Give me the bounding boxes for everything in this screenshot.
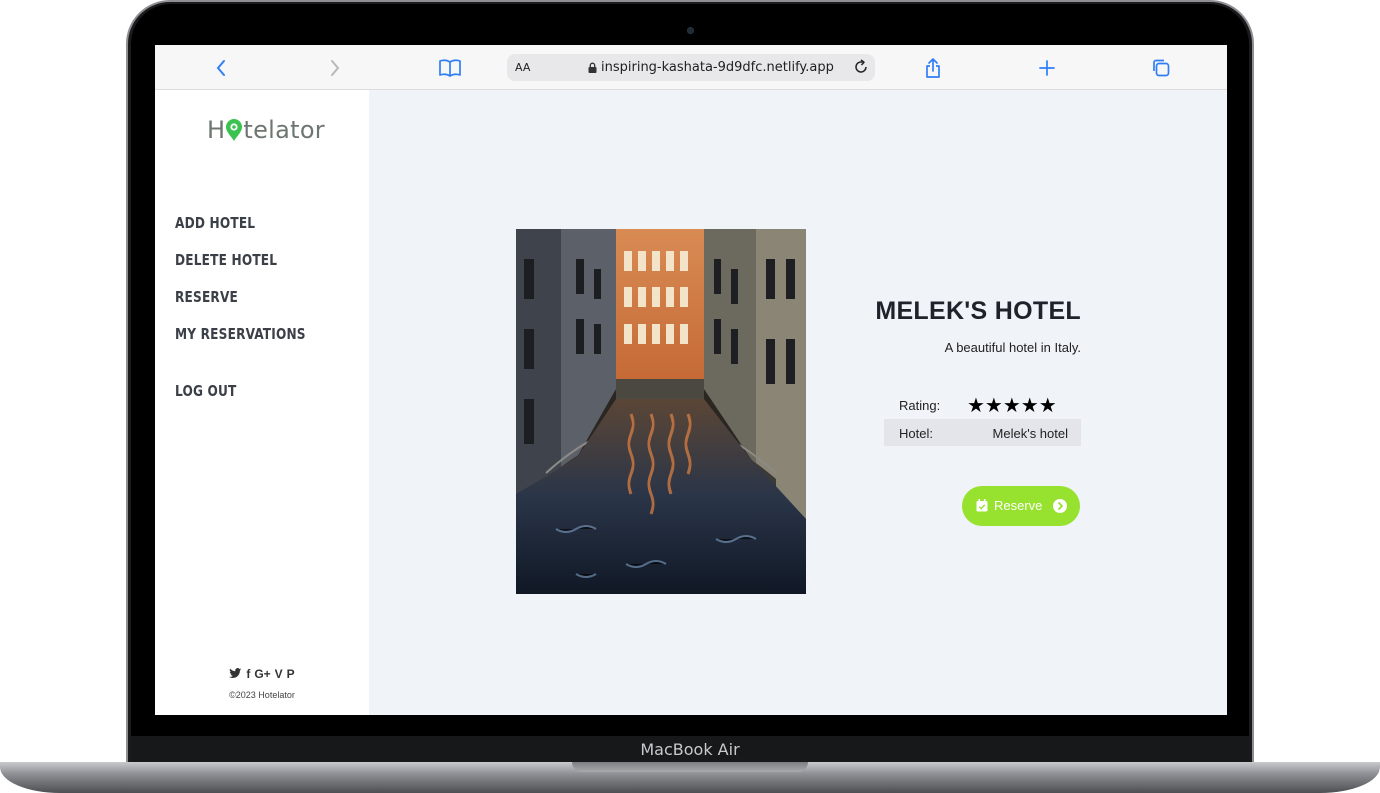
hotel-title: MELEK'S HOTEL	[875, 297, 1081, 325]
hotel-name-value: Melek's hotel	[992, 426, 1068, 441]
laptop-notch	[572, 762, 808, 772]
calendar-icon	[976, 499, 988, 512]
new-tab-button[interactable]	[1027, 45, 1067, 90]
pinterest-icon[interactable]: P	[287, 667, 295, 681]
forward-icon	[331, 59, 340, 76]
sidebar: H telator ADD HOTEL DELETE HOTEL RESERVE…	[155, 90, 369, 715]
hotel-name-label: Hotel:	[899, 426, 933, 441]
nav-my-reservations[interactable]: MY RESERVATIONS	[175, 325, 306, 362]
lock-icon	[588, 62, 597, 73]
vimeo-icon[interactable]: V	[275, 667, 283, 681]
reload-icon[interactable]	[853, 59, 869, 75]
reserve-button[interactable]: Reserve	[962, 486, 1080, 526]
url-text: inspiring-kashata-9d9dfc.netlify.app	[601, 60, 834, 75]
tabs-button[interactable]	[1141, 45, 1181, 90]
social-links: f G+ V P	[155, 667, 369, 681]
share-icon	[926, 57, 940, 78]
hotel-image	[516, 229, 806, 594]
back-icon	[216, 59, 225, 76]
google-plus-icon[interactable]: G+	[254, 667, 270, 681]
new-tab-icon	[1039, 59, 1055, 76]
text-size-button[interactable]: AA	[515, 61, 530, 74]
nav-delete-hotel[interactable]: DELETE HOTEL	[175, 251, 306, 288]
bookmarks-icon	[439, 58, 461, 77]
back-button[interactable]	[201, 45, 241, 90]
facebook-icon[interactable]: f	[246, 667, 250, 681]
brand-name-suffix: telator	[243, 116, 325, 144]
nav-log-out[interactable]: LOG OUT	[175, 382, 306, 419]
browser-screen: AA inspiring-kashata-9d9dfc.netlify.app	[155, 45, 1227, 715]
twitter-icon[interactable]	[229, 667, 242, 681]
nav-add-hotel[interactable]: ADD HOTEL	[175, 214, 306, 251]
location-pin-icon	[225, 119, 243, 141]
device-label: MacBook Air	[640, 740, 740, 759]
hotel-name-row: Hotel: Melek's hotel	[884, 419, 1081, 446]
nav-reserve[interactable]: RESERVE	[175, 288, 306, 325]
forward-button[interactable]	[315, 45, 355, 90]
browser-toolbar: AA inspiring-kashata-9d9dfc.netlify.app	[155, 45, 1227, 90]
bookmarks-button[interactable]	[430, 45, 470, 90]
brand-logo[interactable]: H telator	[207, 116, 325, 144]
rating-label: Rating:	[899, 398, 941, 413]
address-bar[interactable]: AA inspiring-kashata-9d9dfc.netlify.app	[507, 54, 875, 81]
brand-name-prefix: H	[207, 116, 226, 144]
rating-row: Rating: ★★★★★	[884, 393, 1081, 417]
share-button[interactable]	[913, 45, 953, 90]
rating-stars: ★★★★★	[967, 395, 1057, 417]
webcam	[687, 27, 694, 34]
copyright-text: ©2023 Hotelator	[229, 690, 295, 700]
reserve-button-label: Reserve	[994, 498, 1043, 513]
hotel-description: A beautiful hotel in Italy.	[944, 340, 1081, 355]
sidebar-nav: ADD HOTEL DELETE HOTEL RESERVE MY RESERV…	[175, 214, 320, 419]
tabs-icon	[1153, 59, 1170, 76]
chevron-right-icon	[1053, 499, 1067, 513]
